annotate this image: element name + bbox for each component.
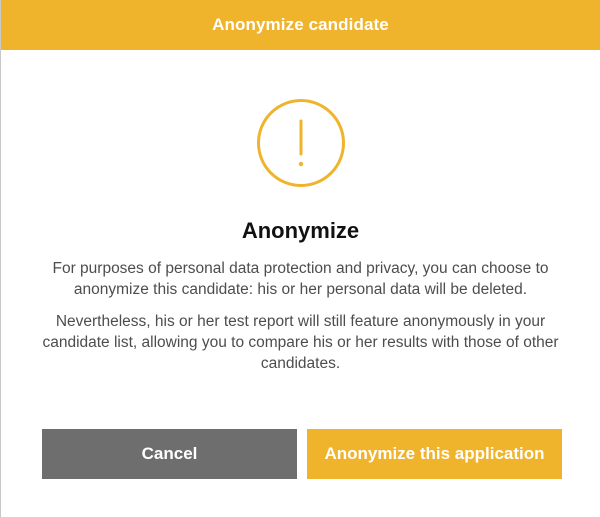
anonymize-dialog: Anonymize candidate Anonymize For purpos…: [0, 0, 600, 518]
anonymize-button[interactable]: Anonymize this application: [307, 429, 562, 479]
description-paragraph-2: Nevertheless, his or her test report wil…: [42, 313, 559, 372]
icon-container: [1, 98, 600, 188]
cancel-button[interactable]: Cancel: [42, 429, 297, 479]
button-row: Cancel Anonymize this application: [42, 429, 562, 479]
description-paragraph-1: For purposes of personal data protection…: [52, 260, 549, 298]
exclamation-circle-icon: [256, 99, 345, 187]
dialog-heading: Anonymize: [241, 218, 360, 243]
dialog-header: Anonymize candidate: [1, 0, 600, 50]
dialog-title: Anonymize candidate: [212, 15, 389, 34]
